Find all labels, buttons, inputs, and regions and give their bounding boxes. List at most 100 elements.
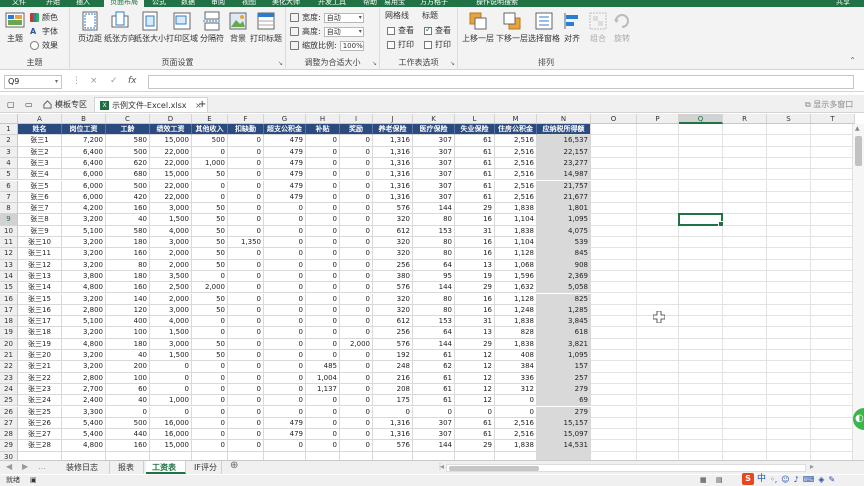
table-cell[interactable] — [637, 350, 679, 362]
table-cell[interactable] — [811, 417, 855, 430]
table-cell[interactable]: 2,500 — [150, 282, 192, 294]
table-cell[interactable]: 0 — [306, 214, 340, 226]
table-cell[interactable]: 140 — [106, 293, 150, 305]
table-cell[interactable]: 0 — [264, 383, 306, 396]
table-cell[interactable] — [637, 406, 679, 418]
table-cell[interactable]: 3,500 — [150, 270, 192, 283]
table-cell[interactable]: 0 — [340, 361, 373, 373]
table-cell[interactable]: 0 — [495, 395, 537, 407]
table-cell[interactable] — [723, 225, 767, 237]
align-button[interactable]: 对齐 — [562, 11, 582, 44]
table-cell[interactable]: 张三9 — [18, 225, 62, 237]
folder-icon[interactable]: ▭ — [20, 97, 38, 112]
table-cell[interactable]: 2,369 — [537, 270, 591, 283]
column-header-S[interactable]: S — [767, 114, 811, 124]
ribbon-tab-4[interactable]: 公式 — [152, 0, 166, 7]
table-cell[interactable]: 1,316 — [373, 157, 413, 170]
table-cell[interactable]: 576 — [373, 282, 413, 294]
table-cell[interactable]: 张三18 — [18, 327, 62, 339]
table-cell[interactable]: 0 — [306, 350, 340, 362]
table-cell[interactable]: 0 — [264, 203, 306, 215]
table-cell[interactable]: 908 — [537, 259, 591, 271]
row-header-7[interactable]: 7 — [0, 191, 18, 204]
table-cell[interactable] — [591, 350, 637, 362]
ribbon-tab-6[interactable]: 审阅 — [211, 0, 225, 7]
table-cell[interactable]: 80 — [413, 214, 455, 226]
table-cell[interactable]: 61 — [413, 395, 455, 407]
table-cell[interactable] — [637, 225, 679, 237]
table-cell[interactable]: 3,000 — [150, 338, 192, 350]
table-cell[interactable]: 825 — [537, 293, 591, 305]
new-tab-button[interactable]: + — [193, 97, 211, 112]
ribbon-tab-11[interactable]: 易用宝 — [384, 0, 405, 7]
table-cell[interactable]: 618 — [537, 327, 591, 339]
table-header-cell[interactable]: 应纳税所得额 — [537, 124, 591, 136]
table-cell[interactable]: 2,000 — [192, 282, 228, 294]
table-cell[interactable]: 0 — [264, 372, 306, 384]
table-cell[interactable] — [723, 406, 767, 418]
table-cell[interactable] — [723, 191, 767, 204]
table-cell[interactable] — [591, 361, 637, 373]
table-cell[interactable] — [591, 372, 637, 384]
table-cell[interactable]: 307 — [413, 429, 455, 441]
table-cell[interactable]: 61 — [413, 383, 455, 396]
table-cell[interactable]: 23,277 — [537, 157, 591, 170]
table-cell[interactable] — [679, 191, 723, 204]
table-cell[interactable]: 0 — [340, 157, 373, 170]
table-cell[interactable] — [811, 304, 855, 317]
table-cell[interactable] — [767, 214, 811, 226]
table-cell[interactable] — [679, 157, 723, 170]
table-cell[interactable]: 29 — [455, 203, 495, 215]
table-cell[interactable]: 144 — [413, 440, 455, 452]
table-cell[interactable]: 0 — [340, 225, 373, 237]
table-cell[interactable] — [811, 361, 855, 373]
table-cell[interactable] — [811, 203, 855, 215]
table-cell[interactable]: 13 — [455, 259, 495, 271]
table-cell[interactable]: 12 — [455, 361, 495, 373]
table-cell[interactable]: 0 — [228, 338, 264, 350]
row-header-20[interactable]: 20 — [0, 338, 18, 350]
table-cell[interactable]: 61 — [455, 417, 495, 430]
table-cell[interactable]: 120 — [106, 304, 150, 317]
table-cell[interactable] — [723, 180, 767, 192]
table-cell[interactable]: 479 — [264, 135, 306, 147]
table-cell[interactable]: 0 — [228, 191, 264, 204]
table-cell[interactable]: 3,200 — [62, 259, 106, 271]
table-cell[interactable]: 0 — [340, 372, 373, 384]
table-cell[interactable]: 0 — [228, 203, 264, 215]
table-cell[interactable]: 0 — [192, 406, 228, 418]
table-cell[interactable] — [679, 225, 723, 237]
row-header-22[interactable]: 22 — [0, 361, 18, 373]
row-header-23[interactable]: 23 — [0, 372, 18, 384]
colors-button[interactable]: 颜色 — [30, 12, 58, 23]
scroll-right-icon[interactable]: ▸ — [810, 462, 814, 471]
table-cell[interactable]: 0 — [340, 417, 373, 430]
table-cell[interactable] — [767, 270, 811, 283]
table-cell[interactable]: 485 — [306, 361, 340, 373]
table-cell[interactable]: 50 — [192, 225, 228, 237]
table-cell[interactable]: 张三22 — [18, 372, 62, 384]
table-cell[interactable]: 320 — [373, 214, 413, 226]
table-cell[interactable] — [413, 451, 455, 460]
ribbon-tab-7[interactable]: 视图 — [242, 0, 256, 7]
cancel-icon[interactable]: × — [90, 76, 98, 86]
table-cell[interactable]: 0 — [306, 270, 340, 283]
ribbon-tab-1[interactable]: 开始 — [46, 0, 60, 7]
table-cell[interactable] — [637, 203, 679, 215]
table-cell[interactable]: 31 — [455, 225, 495, 237]
table-cell[interactable]: 21,677 — [537, 191, 591, 204]
table-cell[interactable]: 380 — [373, 270, 413, 283]
table-cell[interactable]: 50 — [192, 259, 228, 271]
table-header-cell[interactable]: 补贴 — [306, 124, 340, 136]
table-cell[interactable]: 张三13 — [18, 270, 62, 283]
table-cell[interactable]: 0 — [264, 214, 306, 226]
table-cell[interactable]: 0 — [228, 259, 264, 271]
width-select[interactable]: 自动 ▾ — [323, 12, 364, 23]
table-cell[interactable] — [591, 282, 637, 294]
table-cell[interactable]: 3,821 — [537, 338, 591, 350]
table-cell[interactable] — [767, 440, 811, 452]
share-button[interactable]: 共享 — [836, 0, 850, 7]
table-cell[interactable] — [811, 316, 855, 328]
table-cell[interactable]: 1,316 — [373, 180, 413, 192]
table-cell[interactable]: 16 — [455, 304, 495, 317]
